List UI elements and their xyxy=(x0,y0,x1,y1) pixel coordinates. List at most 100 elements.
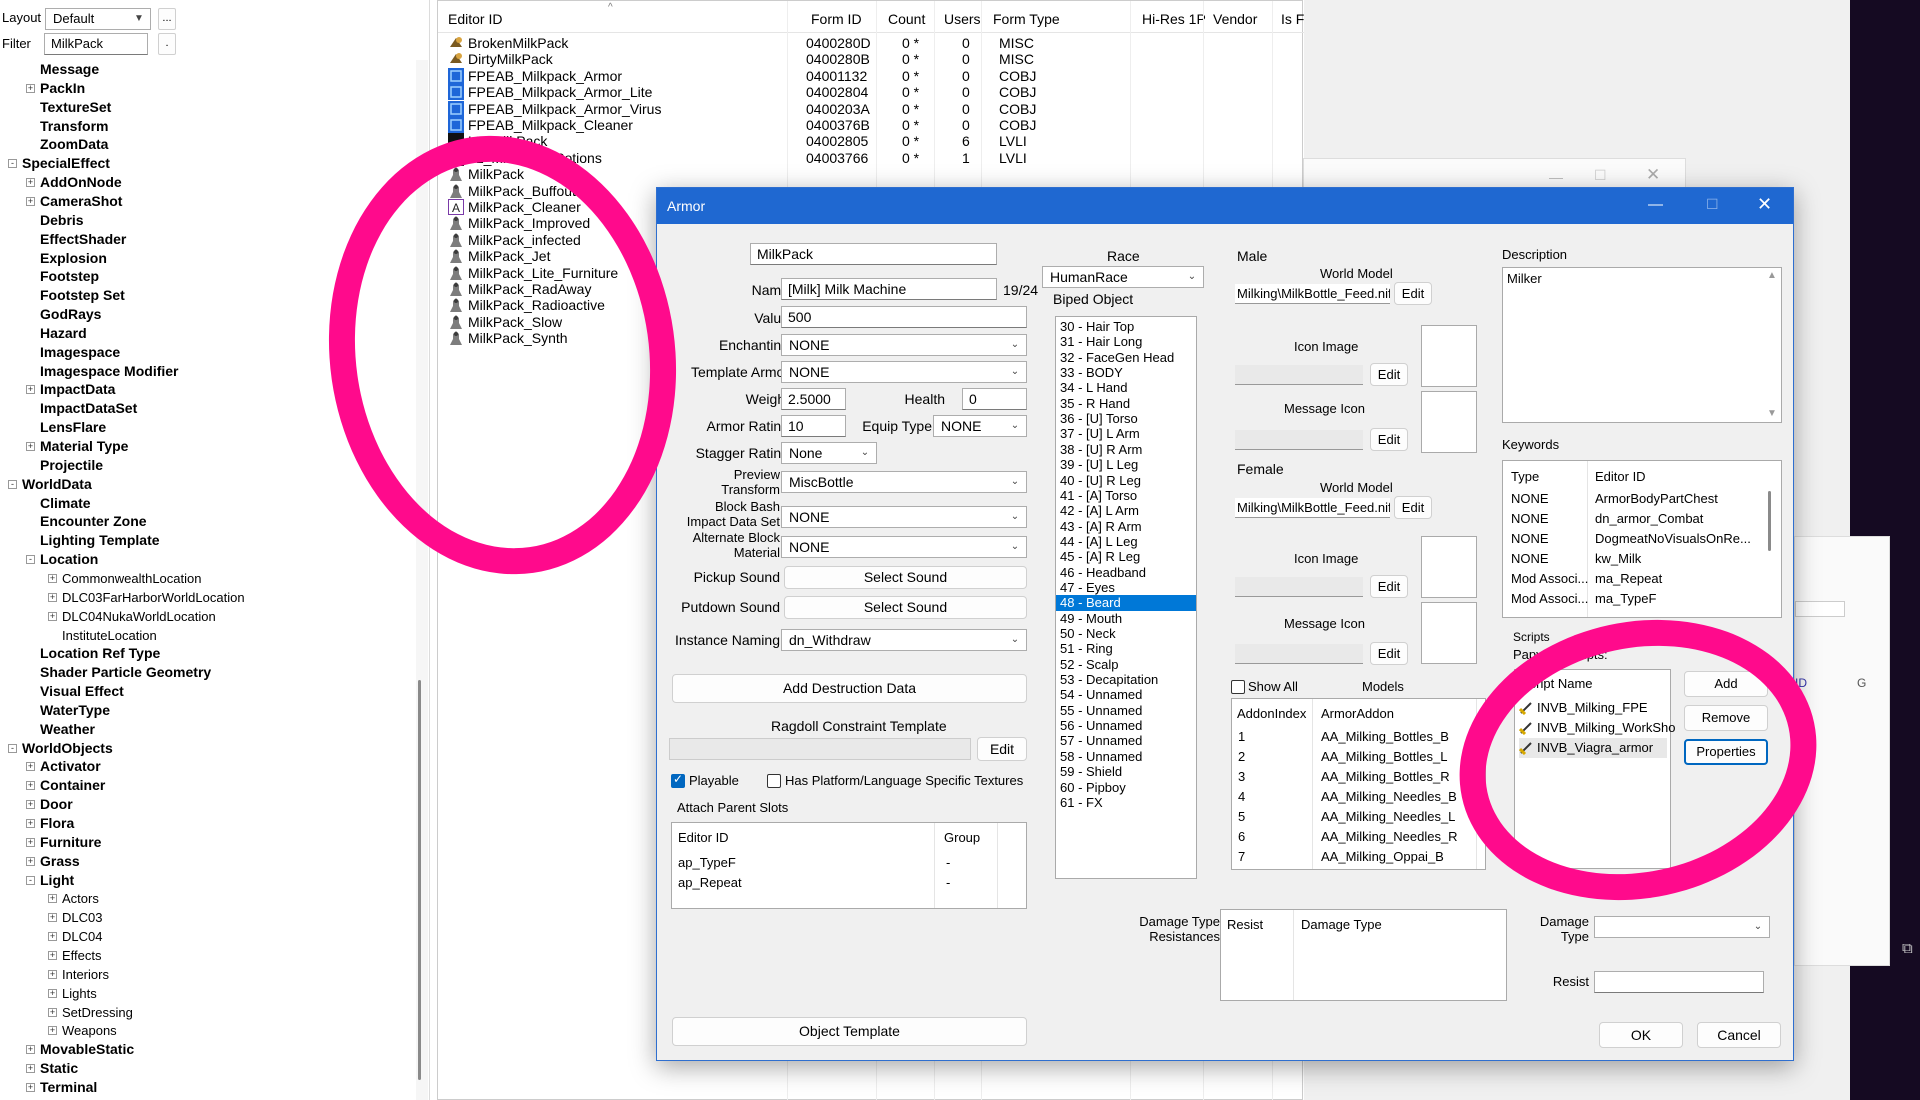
expand-icon[interactable]: + xyxy=(26,1082,35,1092)
id-input[interactable]: MilkPack xyxy=(750,243,997,265)
biped-slot-item[interactable]: 46 - Headband xyxy=(1056,565,1196,580)
expand-icon[interactable]: + xyxy=(48,1026,57,1036)
biped-slot-item[interactable]: 54 - Unnamed xyxy=(1056,687,1196,702)
tree-item[interactable]: + Lights xyxy=(48,984,97,1003)
keyword-row-type[interactable]: Mod Associ... xyxy=(1511,569,1588,589)
male-icon-image-field[interactable] xyxy=(1235,365,1363,385)
addon-row-name[interactable]: AA_Milking_Bottles_R xyxy=(1321,767,1450,787)
female-world-model-edit-button[interactable]: Edit xyxy=(1394,496,1432,519)
keyword-col-type[interactable]: Type xyxy=(1511,469,1539,485)
addon-row-index[interactable]: 2 xyxy=(1238,747,1245,767)
biped-slot-item[interactable]: 43 - [A] R Arm xyxy=(1056,519,1196,534)
tree-item[interactable]: Shader Particle Geometry xyxy=(40,663,211,682)
ok-button[interactable]: OK xyxy=(1599,1022,1683,1048)
object-template-button[interactable]: Object Template xyxy=(672,1017,1027,1046)
playable-checkbox[interactable]: ✓ xyxy=(671,772,685,788)
list-row[interactable]: LL_MilkPack 04002805 0 * 6 LVLI xyxy=(444,133,1294,150)
weight-input[interactable]: 2.5000 xyxy=(781,388,846,410)
damage-resistances-list[interactable]: Resist Damage Type xyxy=(1220,909,1507,1001)
keyword-col-editor-id[interactable]: Editor ID xyxy=(1595,469,1646,485)
expand-icon[interactable]: + xyxy=(26,800,35,810)
attach-row-id[interactable]: ap_TypeF xyxy=(678,853,736,873)
ragdoll-edit-button[interactable]: Edit xyxy=(977,737,1027,761)
attach-col-group[interactable]: Group xyxy=(944,830,980,846)
maximize-button[interactable]: ☐ xyxy=(1706,196,1719,212)
tree-item[interactable]: + Container xyxy=(26,776,105,795)
tree-item[interactable]: Encounter Zone xyxy=(40,512,147,531)
tree-item[interactable]: Debris xyxy=(40,211,84,230)
biped-slot-item[interactable]: 33 - BODY xyxy=(1056,365,1196,380)
tree-item[interactable]: + ImpactData xyxy=(26,380,115,399)
keywords-list[interactable]: Type Editor ID NONE ArmorBodyPartChest NON… xyxy=(1502,460,1782,618)
tree-item[interactable]: + Door xyxy=(26,795,73,814)
biped-slot-item[interactable]: 51 - Ring xyxy=(1056,641,1196,656)
show-all-checkbox[interactable] xyxy=(1231,680,1245,694)
tree-item[interactable]: + PackIn xyxy=(26,79,85,98)
tree-item[interactable]: + Activator xyxy=(26,757,101,776)
female-icon-image-edit-button[interactable]: Edit xyxy=(1370,575,1408,598)
biped-slot-item[interactable]: 35 - R Hand xyxy=(1056,396,1196,411)
tree-item[interactable]: + Weapons xyxy=(48,1021,117,1040)
tree-item[interactable]: + Terminal xyxy=(26,1078,97,1097)
tree-item[interactable]: Transform xyxy=(40,117,108,136)
biped-slot-item[interactable]: 58 - Unnamed xyxy=(1056,749,1196,764)
addon-row-name[interactable]: AA_Milking_Oppai_B xyxy=(1321,847,1444,867)
expand-icon[interactable]: + xyxy=(48,1007,57,1017)
list-row[interactable]: FPEAB_Milkpack_Armor_Virus 0400203A 0 * 0 CO… xyxy=(444,100,1294,117)
addon-row-index[interactable]: 5 xyxy=(1238,807,1245,827)
tree-item[interactable]: Message xyxy=(40,60,99,79)
tree-item[interactable]: + Furniture xyxy=(26,833,101,852)
layout-options-button[interactable]: ... xyxy=(158,8,176,30)
expand-icon[interactable]: + xyxy=(48,969,57,979)
collapse-icon[interactable]: - xyxy=(26,875,35,885)
damage-type-col[interactable]: Damage Type xyxy=(1301,917,1382,933)
keyword-row-editor-id[interactable]: dn_armor_Combat xyxy=(1595,509,1703,529)
biped-slot-item[interactable]: 61 - FX xyxy=(1056,795,1196,810)
tree-item[interactable]: ImpactDataSet xyxy=(40,399,137,418)
resist-input[interactable] xyxy=(1594,971,1764,993)
biped-slot-item[interactable]: 55 - Unnamed xyxy=(1056,703,1196,718)
expand-icon[interactable]: + xyxy=(26,385,35,395)
keyword-row-type[interactable]: NONE xyxy=(1511,509,1549,529)
damage-type-select[interactable]: ⌄ xyxy=(1594,916,1770,938)
armor-rating-input[interactable]: 10 xyxy=(781,415,846,437)
addon-row-name[interactable]: AA_Milking_Oppai_L xyxy=(1321,867,1442,869)
block-bash-select[interactable]: NONE ⌄ xyxy=(781,506,1027,528)
filter-clear-button[interactable]: . xyxy=(158,33,176,55)
column-header-is-f[interactable]: Is F xyxy=(1281,11,1304,27)
dialog-titlebar[interactable]: Armor — ☐ ✕ xyxy=(657,188,1793,224)
alternate-block-select[interactable]: NONE ⌄ xyxy=(781,536,1027,558)
preview-transform-select[interactable]: MiscBottle ⌄ xyxy=(781,471,1027,493)
scroll-down-icon[interactable]: ▼ xyxy=(1767,408,1777,420)
expand-icon[interactable]: + xyxy=(26,781,35,791)
enchanting-select[interactable]: NONE ⌄ xyxy=(781,334,1027,356)
column-header-count[interactable]: Count xyxy=(888,11,925,27)
column-header-editor-id[interactable]: Editor ID xyxy=(448,11,502,27)
keyword-row-editor-id[interactable]: ma_TypeF xyxy=(1595,589,1656,609)
value-input[interactable]: 500 xyxy=(781,306,1027,328)
expand-icon[interactable]: + xyxy=(26,1064,35,1074)
tree-item[interactable]: + DLC04NukaWorldLocation xyxy=(48,607,216,626)
tree-item[interactable]: Location Ref Type xyxy=(40,644,160,663)
keywords-scrollbar-thumb[interactable] xyxy=(1768,491,1771,551)
biped-slot-item[interactable]: 52 - Scalp xyxy=(1056,657,1196,672)
tree-item[interactable]: - Location xyxy=(26,550,98,569)
tree-item[interactable]: - SpecialEffect xyxy=(8,154,110,173)
expand-icon[interactable]: + xyxy=(26,1045,35,1055)
male-world-model-field[interactable]: Milking\MilkBottle_Feed.nif xyxy=(1235,284,1390,304)
biped-slot-item[interactable]: 44 - [A] L Leg xyxy=(1056,534,1196,549)
expand-icon[interactable]: + xyxy=(48,988,57,998)
tree-item[interactable]: Explosion xyxy=(40,249,107,268)
name-input[interactable]: [Milk] Milk Machine xyxy=(781,278,997,300)
biped-slot-item[interactable]: 56 - Unnamed xyxy=(1056,718,1196,733)
scroll-up-icon[interactable]: ▲ xyxy=(1767,270,1777,282)
expand-icon[interactable]: + xyxy=(48,592,57,602)
biped-slot-item[interactable]: 37 - [U] L Arm xyxy=(1056,426,1196,441)
biped-slot-item[interactable]: 36 - [U] Torso xyxy=(1056,411,1196,426)
tree-item[interactable]: Lighting Template xyxy=(40,531,160,550)
biped-slot-item[interactable]: 31 - Hair Long xyxy=(1056,334,1196,349)
layout-select[interactable]: Default ▼ xyxy=(45,8,151,30)
close-button[interactable]: ✕ xyxy=(1757,194,1772,215)
instance-naming-select[interactable]: dn_Withdraw ⌄ xyxy=(781,629,1027,651)
tree-item[interactable]: + Interiors xyxy=(48,965,109,984)
